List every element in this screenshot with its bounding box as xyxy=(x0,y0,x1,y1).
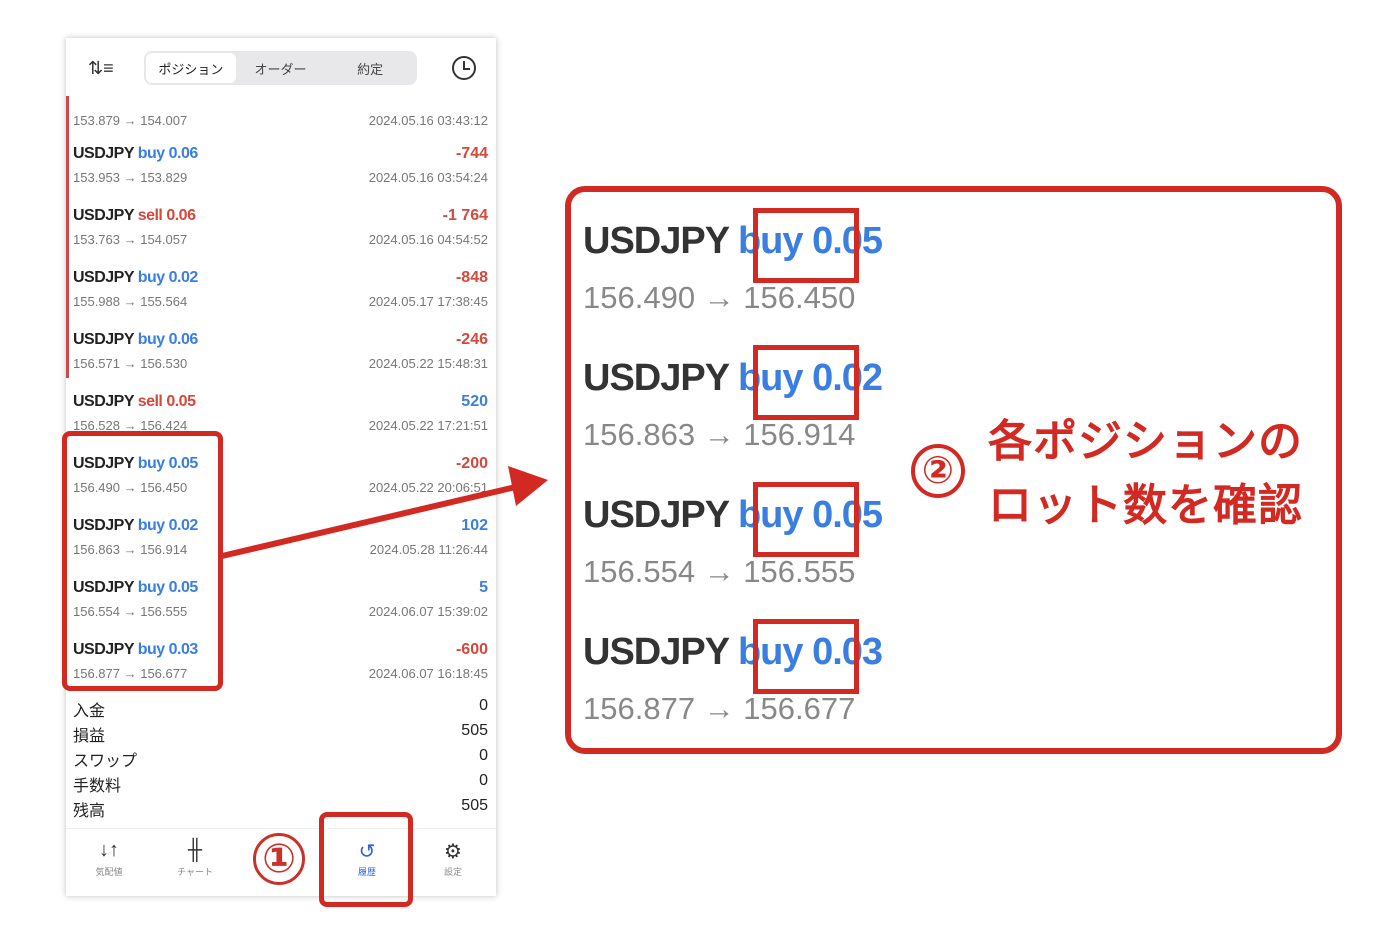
zoomed-trade-prices: 156.877 → 156.677 xyxy=(583,691,856,726)
arrow-head xyxy=(508,466,548,506)
lot-highlight-box xyxy=(753,619,859,694)
step-2-marker: ② xyxy=(911,444,965,498)
header: ⇅≡ ポジション オーダー 約定 xyxy=(66,38,496,96)
clock-icon[interactable] xyxy=(452,56,476,80)
lot-highlight-box xyxy=(753,482,859,557)
tab-deals[interactable]: 約定 xyxy=(325,53,415,83)
segmented-tabs: ポジション オーダー 約定 xyxy=(144,51,417,85)
arrow-line xyxy=(221,483,521,559)
tab-positions[interactable]: ポジション xyxy=(146,53,236,83)
annotation-note: 各ポジションの ロット数を確認 xyxy=(988,410,1303,538)
zoom-callout: ② 各ポジションの ロット数を確認 USDJPY buy 0.05 156.49… xyxy=(565,186,1342,754)
zoomed-trade-prices: 156.863 → 156.914 xyxy=(583,417,856,452)
note-line-1: 各ポジションの xyxy=(988,417,1303,466)
lot-highlight-box xyxy=(753,345,859,420)
zoomed-trade-prices: 156.554 → 156.555 xyxy=(583,554,856,589)
note-line-2: ロット数を確認 xyxy=(988,481,1303,530)
zoomed-trade-prices: 156.490 → 156.450 xyxy=(583,280,856,315)
tab-orders[interactable]: オーダー xyxy=(236,53,326,83)
sort-icon[interactable]: ⇅≡ xyxy=(88,58,114,79)
lot-highlight-box xyxy=(753,208,859,283)
